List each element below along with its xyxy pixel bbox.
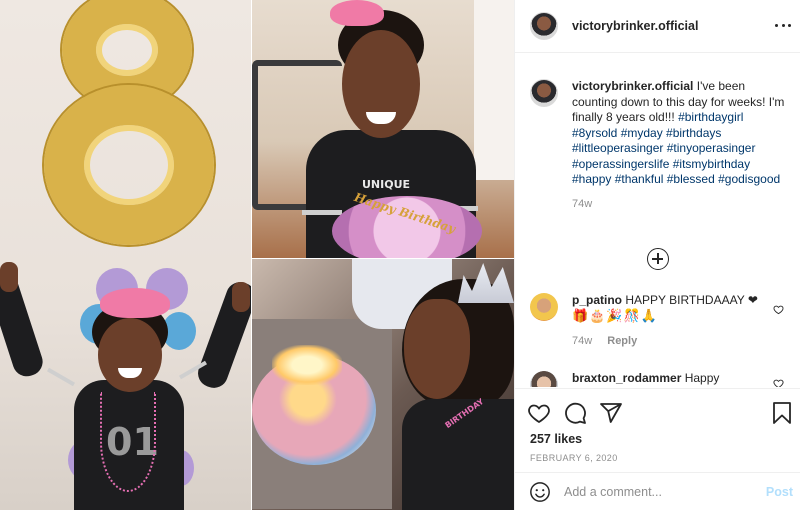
caption: victorybrinker.official I've been counti…	[530, 79, 792, 212]
face	[98, 318, 162, 392]
photo-tile-balloon: 01	[0, 0, 251, 510]
sleeve-stripe	[302, 210, 342, 215]
pink-hair-bow	[330, 0, 384, 26]
reply-button[interactable]: Reply	[607, 335, 637, 347]
post-comment-button[interactable]: Post	[766, 485, 793, 499]
caption-age: 74w	[572, 197, 593, 210]
post-actions: 257 likes FEBRUARY 6, 2020	[515, 388, 800, 472]
commenter-avatar[interactable]	[530, 371, 558, 387]
author-username[interactable]: victorybrinker.official	[572, 19, 698, 33]
comment-input[interactable]: Add a comment...	[564, 485, 662, 499]
pink-hair-bow	[100, 288, 170, 318]
share-icon[interactable]	[599, 401, 623, 425]
likes-count[interactable]: 257 likes	[530, 432, 582, 446]
commenter-avatar[interactable]	[530, 293, 558, 321]
post-photo-collage[interactable]: 01 UNIQUE Happy Birthday BIRTHDAY	[0, 0, 514, 510]
comment-age: 74w	[572, 335, 593, 347]
shirt-print: UNIQUE	[362, 178, 411, 191]
collage-divider	[252, 258, 514, 259]
comment-username[interactable]: p_patino	[572, 293, 622, 307]
comment-text: Happy	[684, 371, 720, 385]
comment-text: HAPPY BIRTHDAAAY ❤	[625, 293, 758, 307]
author-avatar[interactable]	[530, 79, 558, 107]
hand	[0, 262, 18, 292]
comment-like-heart-icon[interactable]	[773, 304, 784, 315]
gold-balloon-eight-bottom	[44, 85, 214, 245]
post-side-panel: victorybrinker.official victorybrinker.o…	[514, 0, 800, 510]
author-avatar[interactable]	[530, 12, 558, 40]
comment-item: braxton_rodammer Happy	[530, 371, 792, 387]
comment-item: p_patino HAPPY BIRTHDAAAY ❤ 🎁🎂🎉🎊🙏 74w Re…	[530, 293, 792, 350]
sleeve-stripe	[47, 367, 75, 387]
birthday-cake	[332, 196, 482, 258]
photo-tile-cake-table: UNIQUE Happy Birthday	[252, 0, 514, 258]
collage-divider	[251, 0, 252, 510]
post-header: victorybrinker.official	[515, 0, 800, 53]
comment-username[interactable]: braxton_rodammer	[572, 371, 681, 385]
more-options-icon[interactable]	[775, 17, 791, 33]
post-date: FEBRUARY 6, 2020	[530, 453, 618, 463]
photo-tile-blowing-candles: BIRTHDAY	[252, 259, 514, 510]
wall-trim	[474, 0, 514, 180]
bead-necklace	[100, 392, 156, 492]
smiley-icon[interactable]	[529, 481, 551, 503]
caption-username[interactable]: victorybrinker.official	[572, 79, 693, 93]
load-more-comments-icon[interactable]	[647, 248, 669, 270]
face	[404, 299, 470, 399]
tiara	[458, 263, 514, 303]
bookmark-icon[interactable]	[771, 401, 793, 425]
comment-like-heart-icon[interactable]	[773, 378, 784, 387]
comments-list[interactable]: victorybrinker.official I've been counti…	[515, 53, 800, 387]
hand	[232, 282, 250, 312]
candle-flames	[272, 345, 342, 385]
comment-emoji: 🎁🎂🎉🎊🙏	[572, 308, 658, 324]
heart-icon[interactable]	[527, 401, 551, 425]
comment-icon[interactable]	[563, 401, 587, 425]
add-comment-bar: Add a comment... Post	[515, 472, 800, 510]
